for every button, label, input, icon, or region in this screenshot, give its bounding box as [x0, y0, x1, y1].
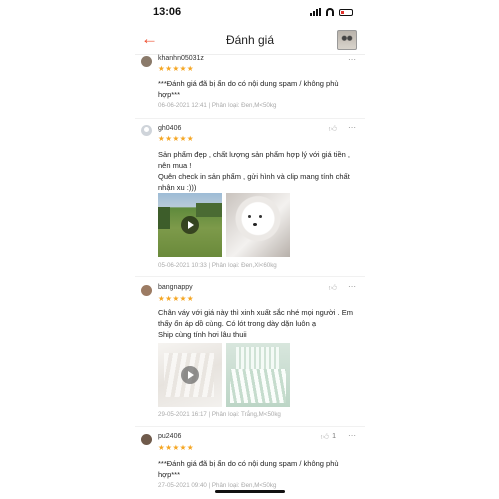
battery-icon [339, 8, 353, 16]
avatar[interactable] [141, 434, 152, 445]
review-item: khanhn05031z ★★★★★ ⋯ ***Đánh giá đã bị ẩ… [135, 55, 365, 119]
rating-stars: ★★★★★ [158, 134, 195, 143]
rating-stars: ★★★★★ [158, 443, 195, 452]
review-text: ***Đánh giá đã bị ẩn do có nội dung spam… [158, 79, 339, 99]
play-icon[interactable] [181, 216, 199, 234]
page-header: ← Đánh giá [135, 26, 365, 55]
more-dots-icon[interactable]: ⋯ [348, 282, 357, 291]
review-meta: 05-06-2021 10:33 | Phân loại: Đen,Xl<60k… [158, 262, 277, 269]
page-title: Đánh giá [225, 33, 275, 47]
review-video[interactable] [158, 193, 222, 257]
avatar[interactable] [141, 125, 152, 136]
status-icons [310, 8, 353, 16]
thumbs-up-icon[interactable]: 👍︎ [329, 124, 337, 134]
review-item: gh0406 ★★★★★ 👍︎ ⋯ Sản phẩm đẹp , chất lư… [135, 120, 365, 277]
review-username[interactable]: gh0406 [158, 125, 181, 132]
rating-stars: ★★★★★ [158, 64, 195, 73]
review-photo[interactable] [226, 193, 290, 257]
status-bar: 13:06 [135, 0, 365, 26]
rating-stars: ★★★★★ [158, 294, 195, 303]
status-time: 13:06 [153, 6, 182, 18]
review-photo[interactable] [226, 343, 290, 407]
review-username[interactable]: khanhn05031z [158, 55, 204, 62]
play-icon[interactable] [181, 366, 199, 384]
thumbs-up-icon[interactable]: 👍︎ [321, 432, 329, 442]
review-username[interactable]: bangnappy [158, 284, 193, 291]
wifi-icon [325, 8, 335, 16]
review-video[interactable] [158, 343, 222, 407]
review-text: Sản phẩm đẹp , chất lượng sản phẩm hợp l… [158, 150, 350, 192]
review-item: pu2406 ★★★★★ 👍︎ 1 ⋯ ***Đánh giá đã bị ẩn… [135, 430, 365, 490]
review-text: Chân váy với giá này thì xinh xuất sắc n… [158, 308, 353, 339]
like-count: 1 [332, 433, 336, 440]
more-dots-icon[interactable]: ⋯ [348, 431, 357, 440]
home-indicator [215, 490, 285, 493]
review-meta: 06-06-2021 12:41 | Phân loại: Đen,M<50kg [158, 102, 277, 109]
review-username[interactable]: pu2406 [158, 433, 181, 440]
review-meta: 27-05-2021 09:40 | Phân loại: Đen,M<50kg [158, 482, 277, 489]
review-text: ***Đánh giá đã bị ẩn do có nội dung spam… [158, 459, 339, 479]
review-meta: 29-05-2021 16:17 | Phân loại: Trắng,M<50… [158, 411, 281, 418]
avatar[interactable] [141, 285, 152, 296]
product-thumbnail[interactable] [337, 30, 357, 50]
more-dots-icon[interactable]: ⋯ [348, 55, 357, 64]
thumbs-up-icon[interactable]: 👍︎ [329, 283, 337, 293]
more-dots-icon[interactable]: ⋯ [348, 123, 357, 132]
review-item: bangnappy ★★★★★ 👍︎ ⋯ Chân váy với giá nà… [135, 280, 365, 427]
avatar[interactable] [141, 56, 152, 67]
signal-icon [310, 8, 321, 16]
phone-screen: 13:06 ← Đánh giá khanhn05031z ★★★★★ ⋯ **… [135, 0, 365, 499]
